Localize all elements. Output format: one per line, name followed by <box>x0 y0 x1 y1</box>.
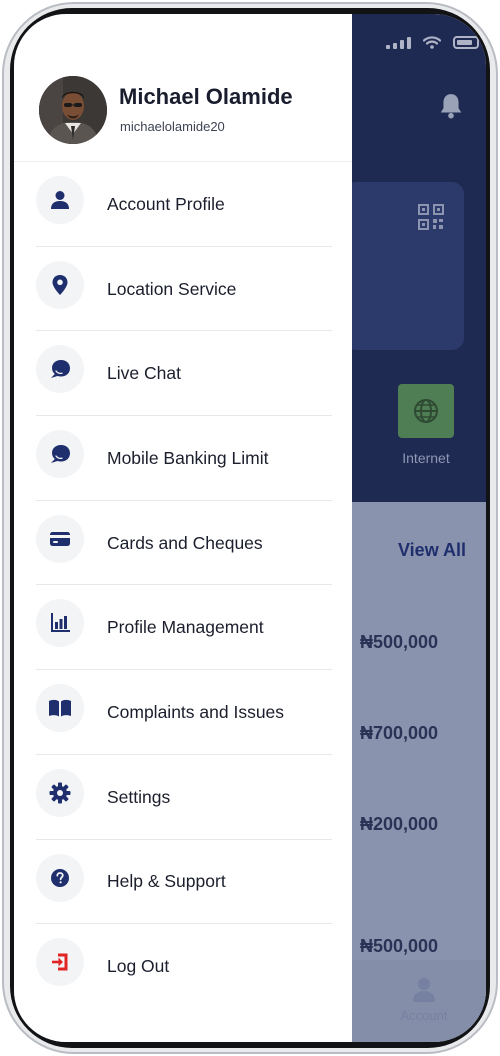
transaction-amount: ₦500,000 <box>360 936 439 956</box>
menu-item-complaints-and-issues[interactable]: Complaints and Issues <box>14 670 352 755</box>
menu-item-mobile-banking-limit[interactable]: Mobile Banking Limit <box>14 416 352 501</box>
menu-item-profile-management[interactable]: Profile Management <box>14 585 352 670</box>
menu-item-location-service[interactable]: Location Service <box>14 247 352 332</box>
menu-item-settings[interactable]: Settings <box>14 755 352 840</box>
menu-item-label: Settings <box>107 786 171 807</box>
gear-icon <box>49 782 71 804</box>
battery-icon <box>453 36 479 49</box>
menu-item-label: Complaints and Issues <box>107 701 285 722</box>
transaction-amount: ₦200,000 <box>360 814 439 834</box>
account-card[interactable] <box>344 182 464 350</box>
transaction-amount: ₦500,000 <box>360 632 439 652</box>
navigation-drawer: Michael Olamide michaelolamide20 Account… <box>14 14 352 1042</box>
menu-item-label: Mobile Banking Limit <box>107 447 269 468</box>
location-pin-icon <box>52 274 68 295</box>
wifi-icon <box>423 36 441 49</box>
account-tab-label[interactable]: Account <box>392 1008 456 1023</box>
menu-item-log-out[interactable]: Log Out <box>14 924 352 1009</box>
menu-item-account-profile[interactable]: Account Profile <box>14 162 352 247</box>
notification-bell-icon[interactable] <box>438 92 464 120</box>
internet-tile[interactable] <box>398 384 454 438</box>
globe-icon <box>414 399 438 423</box>
transaction-amount: ₦700,000 <box>360 723 439 743</box>
avatar-photo <box>39 76 107 144</box>
menu-item-label: Help & Support <box>107 871 226 892</box>
account-tab-icon[interactable] <box>412 976 436 1002</box>
book-icon <box>49 700 71 717</box>
person-icon <box>51 191 69 209</box>
menu-item-help-and-support[interactable]: Help & Support <box>14 840 352 925</box>
menu-item-label: Live Chat <box>107 363 181 384</box>
card-icon <box>50 531 70 546</box>
view-all-link[interactable]: View All <box>398 540 466 561</box>
menu-item-label: Profile Management <box>107 617 264 638</box>
chat-icon <box>51 445 70 464</box>
signal-icon <box>386 36 411 49</box>
chat-icon <box>51 360 70 379</box>
profile-username: michaelolamide20 <box>120 119 225 134</box>
menu-item-cards-and-cheques[interactable]: Cards and Cheques <box>14 501 352 586</box>
help-icon <box>51 868 69 887</box>
profile-name: Michael Olamide <box>119 84 293 109</box>
menu-item-label: Cards and Cheques <box>107 532 263 553</box>
internet-label: Internet <box>402 450 450 466</box>
menu-item-label: Account Profile <box>107 193 225 214</box>
qr-code-icon[interactable] <box>418 204 444 230</box>
screen: Internet View All ₦500,000 ₦700,000 ₦200… <box>14 14 486 1042</box>
menu-item-label: Log Out <box>107 956 170 977</box>
status-bar-icons <box>386 36 479 49</box>
logout-icon <box>52 953 68 971</box>
menu-item-live-chat[interactable]: Live Chat <box>14 331 352 416</box>
bar-chart-icon <box>51 613 70 633</box>
drawer-menu: Account Profile Location Service Live Ch… <box>14 162 352 1009</box>
avatar[interactable] <box>39 76 107 144</box>
profile-header[interactable]: Michael Olamide michaelolamide20 <box>14 14 352 162</box>
menu-item-label: Location Service <box>107 278 237 299</box>
